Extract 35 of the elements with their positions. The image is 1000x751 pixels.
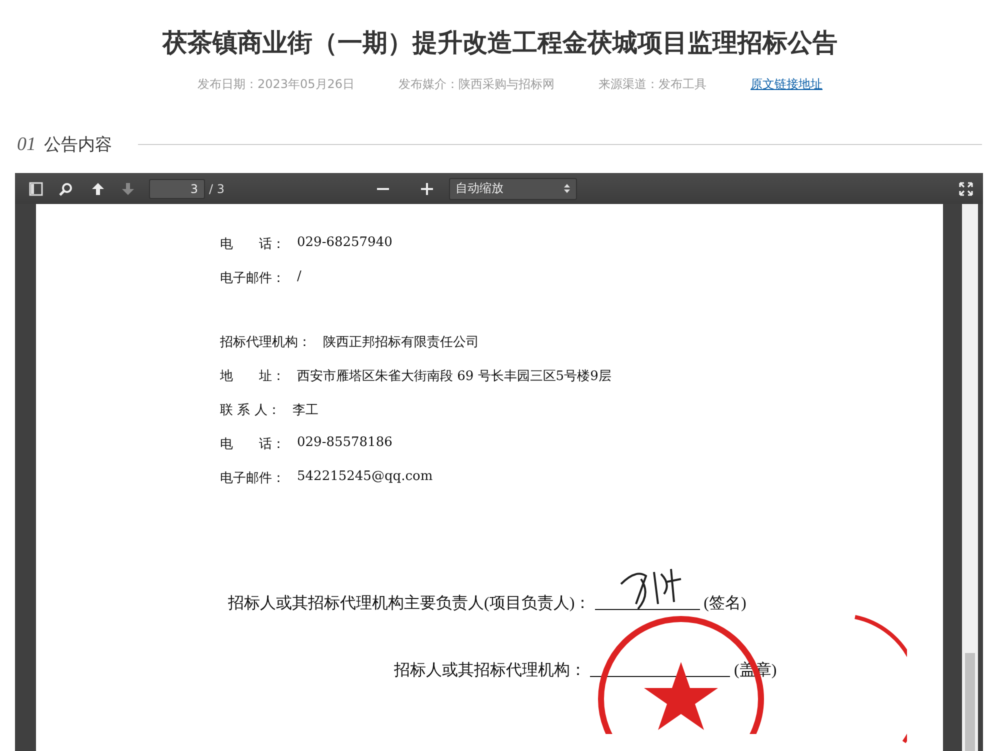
field-label: 电子邮件： (220, 470, 285, 488)
page-title: 茯茶镇商业街（一期）提升改造工程金茯城项目监理招标公告 (161, 27, 838, 59)
source-link[interactable]: 原文链接地址 (750, 76, 823, 93)
signature-note: (签名) (704, 594, 746, 614)
field-value: / (297, 269, 302, 286)
signature-label: 招标人或其招标代理机构： (394, 660, 586, 681)
updown-icon (564, 184, 570, 193)
field-value: 陕西正邦招标有限责任公司 (323, 334, 479, 352)
fullscreen-icon[interactable] (959, 182, 973, 196)
page-number-field[interactable]: 3 (149, 178, 205, 198)
field-value: 029-85578186 (297, 435, 392, 452)
sidebar-toggle-icon[interactable] (29, 182, 43, 196)
search-icon[interactable] (59, 182, 73, 196)
field-label: 电 话： (220, 236, 285, 254)
field-label: 联 系 人： (220, 402, 280, 420)
signature-label: 招标人或其招标代理机构主要负责人(项目负责人)： (228, 594, 591, 614)
scrollbar-thumb[interactable] (965, 653, 975, 751)
zoom-in-icon[interactable] (420, 182, 432, 194)
meta-text: 来源渠道：发布工具 (598, 76, 707, 93)
field-value: 029-68257940 (297, 235, 392, 252)
field-label: 地 址： (220, 368, 285, 386)
field-value: 西安市雁塔区朱雀大街南段 69 号长丰园三区5号楼9层 (297, 368, 612, 386)
arrow-up-icon[interactable] (91, 182, 105, 196)
field-value: 李工 (292, 402, 318, 420)
arrow-down-icon[interactable] (121, 182, 135, 196)
field-label: 电子邮件： (220, 270, 285, 288)
zoom-select[interactable]: 自动缩放 (448, 178, 576, 200)
meta-text: 发布媒介：陕西采购与招标网 (398, 76, 555, 93)
field-label: 电 话： (220, 436, 285, 454)
section-title: 公告内容 (44, 134, 112, 156)
field-value: 542215245@qq.com (297, 469, 433, 486)
page-count: / 3 (209, 182, 224, 196)
section-number: 01 (17, 134, 36, 156)
meta-text: 发布日期：2023年05月26日 (197, 76, 355, 93)
field-label: 招标代理机构： (220, 334, 311, 352)
